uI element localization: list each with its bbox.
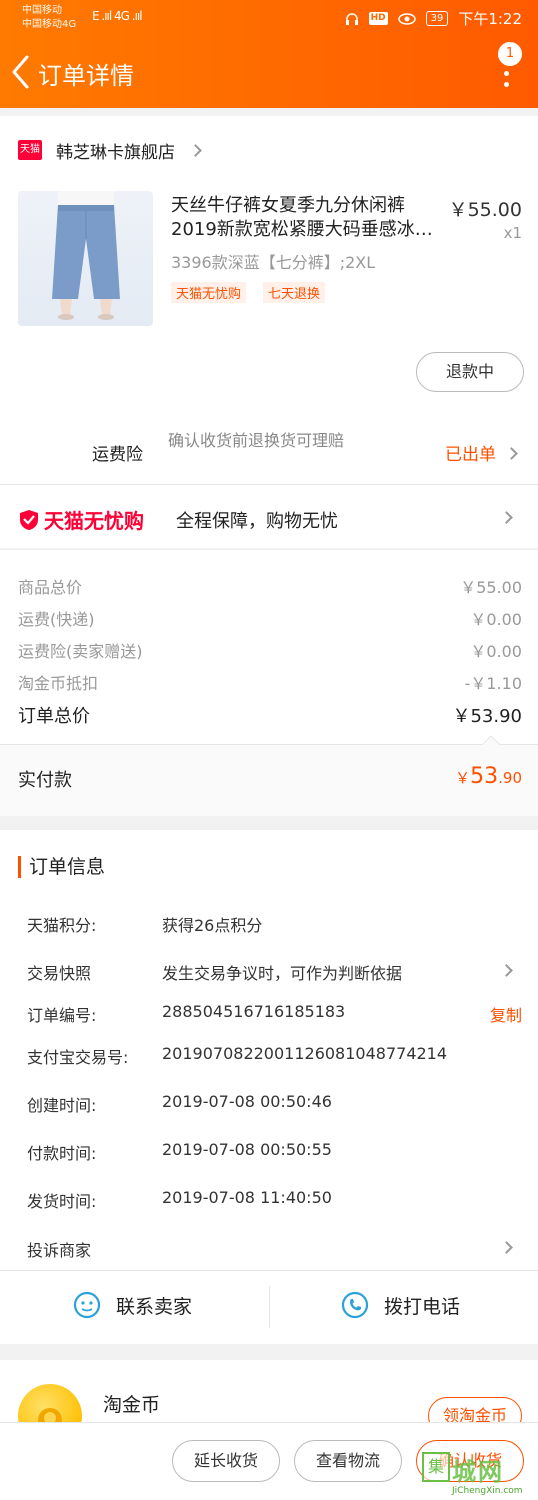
- order-info-title: 订单信息: [18, 856, 105, 878]
- product-name[interactable]: 天丝牛仔裤女夏季九分休闲裤2019新款宽松紧腰大码垂感冰…: [171, 194, 446, 242]
- divider: [0, 484, 538, 485]
- pointer-notch: [482, 736, 500, 746]
- contact-seller-label: 联系卖家: [116, 1295, 193, 1318]
- order-total-row: 订单总价 ￥53.90: [18, 702, 522, 728]
- order-info-card: [0, 830, 538, 1344]
- chevron-right-icon: [505, 447, 519, 460]
- info-value: 发生交易争议时，可作为判断依据: [162, 964, 403, 983]
- order-total-value: ￥53.90: [452, 706, 522, 727]
- watermark-url: JiChengXin.com: [452, 1486, 523, 1496]
- carrier-1: 中国移动: [22, 5, 62, 16]
- chevron-right-icon: [500, 1241, 513, 1254]
- paid-value: ￥53.90: [455, 764, 522, 789]
- tmall-logo: 天猫: [18, 140, 42, 160]
- product-qty: x1: [503, 224, 522, 242]
- tag-seven-day-return: 七天退换: [263, 282, 326, 303]
- shipping-insurance-status[interactable]: 已出单: [445, 440, 519, 465]
- info-value: 288504516716185183: [162, 1002, 346, 1021]
- watermark-logo: 集: [422, 1452, 450, 1482]
- fee-value: -￥1.10: [464, 674, 522, 693]
- eye-icon: [397, 12, 416, 25]
- coin-title: 淘金币: [103, 1394, 161, 1416]
- fee-row-goods: 商品总价 ￥55.00: [18, 574, 522, 598]
- watermark-text: 城网: [452, 1458, 504, 1486]
- info-key: 创建时间:: [27, 1096, 97, 1115]
- fee-label: 运费(快递): [18, 610, 95, 629]
- wuyou-logo: 天猫无忧购: [18, 505, 144, 534]
- info-row-complain[interactable]: 投诉商家: [27, 1237, 522, 1261]
- shield-icon: [20, 509, 38, 530]
- fee-row-insurance: 运费险(卖家赠送) ￥0.00: [18, 638, 522, 662]
- clock: 下午1:22: [458, 10, 522, 28]
- paid-integer: 53: [470, 764, 499, 789]
- fee-label: 运费险(卖家赠送): [18, 642, 143, 661]
- carrier-2: 中国移动4G: [22, 19, 77, 30]
- contact-seller-button[interactable]: 联系卖家: [72, 1290, 192, 1320]
- copy-button[interactable]: 复制: [490, 1002, 522, 1026]
- info-key: 发货时间:: [27, 1192, 97, 1211]
- more-menu-icon[interactable]: [502, 60, 510, 88]
- shop-row[interactable]: 天猫 韩芝琳卡旗舰店: [18, 138, 202, 163]
- fee-value: ￥0.00: [470, 610, 522, 629]
- fee-row-coin-deduction: 淘金币抵扣 -￥1.10: [18, 670, 522, 694]
- paid-currency: ￥: [455, 769, 471, 787]
- status-bar: 中国移动 中国移动4G E .ııl 4G .ııl HD 39 下午1:22: [0, 0, 538, 36]
- tag-wuyou: 天猫无忧购: [171, 282, 247, 303]
- call-label: 拨打电话: [384, 1295, 461, 1318]
- info-value: 2019-07-08 00:50:55: [162, 1140, 332, 1159]
- status-right: HD 39 下午1:22: [345, 8, 522, 29]
- shipping-insurance-desc: 确认收货前退换货可理赔: [168, 431, 345, 450]
- info-value: 2019070822001126081048774214: [162, 1044, 448, 1063]
- paid-label: 实付款: [18, 770, 72, 791]
- wuyou-logo-text: 天猫无忧购: [44, 509, 144, 533]
- chevron-right-icon: [189, 143, 202, 157]
- info-value: 2019-07-08 11:40:50: [162, 1188, 332, 1207]
- product-spec: 3396款深蓝【七分裤】;2XL: [171, 253, 376, 272]
- fee-value: ￥0.00: [470, 642, 522, 661]
- divider: [0, 744, 538, 745]
- pants-illustration: [52, 191, 120, 320]
- chat-icon: [73, 1291, 101, 1319]
- divider: [269, 1286, 270, 1328]
- info-key: 订单编号:: [27, 1006, 97, 1025]
- product-price: ￥55.00: [448, 199, 522, 221]
- info-key: 天猫积分:: [27, 916, 97, 935]
- battery-icon: 39: [425, 11, 449, 26]
- back-icon[interactable]: [10, 54, 32, 90]
- extend-receipt-button[interactable]: 延长收货: [172, 1440, 280, 1482]
- shipping-insurance-status-text: 已出单: [445, 445, 496, 465]
- shop-name: 韩芝琳卡旗舰店: [56, 142, 175, 163]
- wuyou-desc: 全程保障，购物无忧: [176, 511, 338, 532]
- paid-decimal: .90: [498, 769, 522, 787]
- fee-row-shipping: 运费(快递) ￥0.00: [18, 606, 522, 630]
- headphone-icon: [345, 12, 358, 25]
- divider: [0, 1270, 538, 1271]
- complain-label: 投诉商家: [27, 1241, 92, 1260]
- fee-label: 商品总价: [18, 578, 83, 597]
- info-key: 支付宝交易号:: [27, 1048, 129, 1067]
- info-value: 获得26点积分: [162, 916, 263, 935]
- phone-icon: [341, 1291, 369, 1319]
- fee-label: 淘金币抵扣: [18, 674, 99, 693]
- hd-icon: HD: [368, 12, 388, 25]
- info-key: 付款时间:: [27, 1144, 97, 1163]
- refund-status-button[interactable]: 退款中: [416, 352, 524, 392]
- info-key: 交易快照: [27, 964, 92, 983]
- fee-value: ￥55.00: [460, 578, 522, 597]
- order-total-label: 订单总价: [18, 706, 90, 727]
- info-value: 2019-07-08 00:50:46: [162, 1092, 332, 1111]
- shipping-insurance-label: 运费险: [92, 445, 143, 465]
- app-header: 中国移动 中国移动4G E .ııl 4G .ııl HD 39 下午1:22 …: [0, 0, 538, 108]
- call-button[interactable]: 拨打电话: [340, 1290, 460, 1320]
- signal-icon: E .ııl 4G .ııl: [92, 9, 143, 23]
- view-logistics-button[interactable]: 查看物流: [294, 1440, 402, 1482]
- carrier-info: 中国移动 中国移动4G: [22, 4, 76, 32]
- page-title: 订单详情: [38, 62, 134, 90]
- product-image[interactable]: [18, 191, 153, 326]
